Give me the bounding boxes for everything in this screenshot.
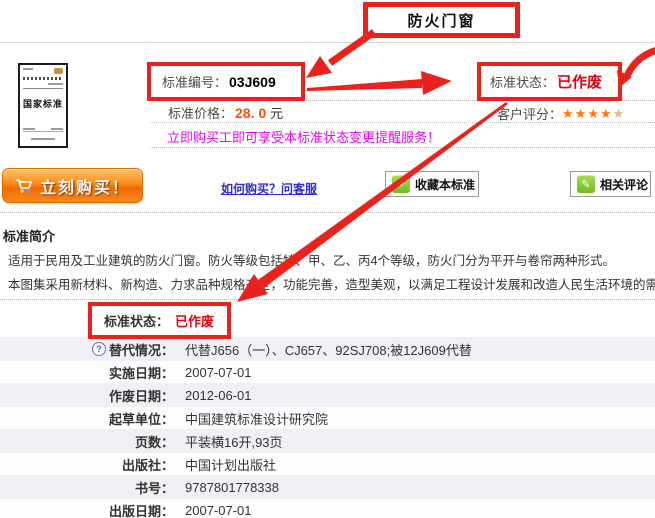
standard-status-label: 标准状态： (490, 72, 555, 91)
promo-text: 立即购买工即可享受本标准状态变更提醒服务！ (167, 127, 440, 146)
favorite-standard-button[interactable]: ♥ 收藏本标准 (385, 171, 479, 197)
arrow-to-status (307, 79, 422, 91)
details-table: ? 替代情况： 代替J656（一）、CJ657、92SJ708;被12J609代… (0, 337, 655, 518)
standard-cover-image[interactable]: 国家标准 (18, 63, 68, 148)
standard-number-value: 03J609 (229, 74, 276, 90)
callout-box-title: 防火门窗 (363, 2, 520, 38)
row-label: 作废日期： (109, 386, 174, 405)
cart-icon (15, 178, 33, 194)
table-row-publisher: 出版社： 中国计划出版社 (0, 452, 655, 475)
row-value: 2007-07-01 (178, 503, 252, 518)
row-label: 起草单位： (109, 409, 174, 428)
table-row-isbn: 书号： 9787801778338 (0, 475, 655, 498)
table-row-implementation-date: 实施日期： 2007-07-01 (0, 360, 655, 383)
table-row-abolished-date: 作废日期： 2012-06-01 (0, 383, 655, 406)
status-row-value: 已作废 (175, 311, 214, 330)
favorite-label: 收藏本标准 (415, 176, 475, 193)
cover-logo (54, 68, 63, 74)
related-comments-button[interactable]: ✎ 相关评论 (570, 171, 651, 197)
price-value: 28. 0 (235, 105, 266, 121)
standard-status-value: 已作废 (557, 71, 602, 92)
table-row-drafting-unit: 起草单位： 中国建筑标准设计研究院 (0, 406, 655, 429)
table-row-replacement: ? 替代情况： 代替J656（一）、CJ657、92SJ708;被12J609代… (0, 337, 655, 360)
standard-number-box: 标准编号： 03J609 (147, 62, 305, 101)
help-icon[interactable]: ? (92, 342, 106, 356)
row-value: 中国建筑标准设计研究院 (178, 409, 328, 428)
rating-row: 客户评分： ★★★★★ (497, 104, 625, 123)
row-label: 出版社： (122, 455, 174, 474)
status-row-box: 标准状态： 已作废 (88, 302, 231, 339)
comments-label: 相关评论 (600, 176, 648, 193)
buy-now-label: 立刻购买！ (40, 174, 130, 198)
cover-footnote-left (23, 128, 35, 130)
price-row: 标准价格： 28. 0 元 (168, 103, 283, 122)
cover-subtext (48, 83, 63, 85)
cover-corner-text (23, 68, 33, 70)
standard-status-box: 标准状态： 已作废 (477, 62, 622, 101)
row-label: 替代情况： (109, 340, 174, 359)
cover-footline (23, 131, 63, 132)
status-row-label: 标准状态： (104, 311, 169, 330)
cover-title: 国家标准 (20, 97, 66, 110)
buy-now-button[interactable]: 立刻购买！ (2, 168, 143, 203)
star-rating-icon: ★★★★★ (562, 107, 625, 120)
row-value: 平装横16开,93页 (178, 432, 283, 451)
cover-rule (23, 88, 63, 89)
cover-publisher-line (31, 138, 55, 140)
row-label: 实施日期： (109, 363, 174, 382)
table-row-publish-date: 出版日期： 2007-07-01 (0, 498, 655, 518)
favorite-icon: ♥ (392, 175, 410, 193)
table-row-pages: 页数： 平装横16开,93页 (0, 429, 655, 452)
how-to-buy-link[interactable]: 如何购买？问客服 (221, 180, 317, 197)
row-value: 9787801778338 (178, 480, 279, 495)
arrowhead-number (306, 56, 332, 78)
product-page: 防火门窗 国家标准 标准编号： 03J609 标准状态： 已作废 标准价格： 2… (0, 0, 655, 518)
comments-icon: ✎ (577, 175, 595, 193)
row-value: 2007-07-01 (178, 365, 252, 380)
arrowhead-status (421, 71, 452, 95)
row-value: 2012-06-01 (178, 388, 252, 403)
dotted-separator (0, 212, 655, 213)
intro-line-1: 适用于民用及工业建筑的防火门窗。防火等级包括特、甲、乙、丙4个等级，防火门分为平… (8, 250, 615, 269)
row-value: 中国计划出版社 (178, 455, 276, 474)
row-label: 页数： (135, 432, 174, 451)
dotted-separator (150, 122, 655, 123)
dotted-separator (150, 147, 655, 148)
standard-number-label: 标准编号： (162, 72, 227, 91)
cover-footnote-right (51, 128, 63, 130)
intro-heading: 标准简介 (3, 226, 55, 245)
intro-line-2: 本图集采用新材料、新构造、力求品种规格齐全，功能完善，造型美观，以满足工程设计发… (8, 274, 655, 293)
header-divider (0, 42, 655, 43)
row-value: 代替J656（一）、CJ657、92SJ708;被12J609代替 (178, 340, 472, 359)
rating-label: 客户评分： (497, 104, 562, 123)
arrow-edge-to-status (628, 50, 655, 74)
callout-label: 防火门窗 (407, 10, 475, 31)
price-label: 标准价格： (168, 103, 233, 122)
price-unit: 元 (270, 103, 283, 122)
dotted-separator (0, 299, 655, 300)
cover-header-text (23, 77, 63, 80)
row-label: 出版日期： (109, 501, 174, 518)
row-label: 书号： (135, 478, 174, 497)
